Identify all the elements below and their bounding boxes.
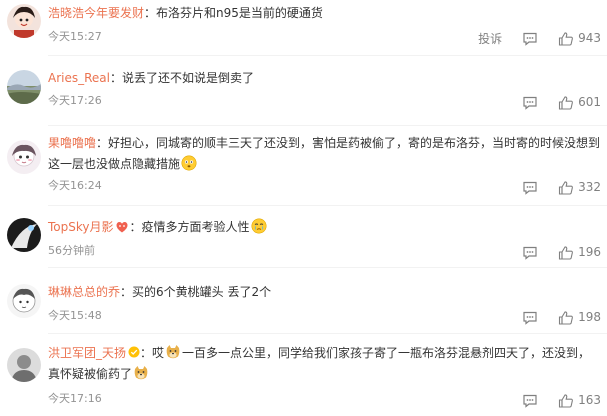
comment-item: 琳琳总总的乔：买的6个黄桃罐头 丢了2个 今天15:48 198	[0, 268, 607, 334]
comment-item: 果噜噜噜：好担心，同城寄的顺丰三天了还没到，害怕是药被偷了，寄的是布洛芬，当时寄…	[0, 126, 607, 206]
comment-time: 今天17:26	[48, 94, 102, 107]
thumbs-up-icon	[558, 95, 574, 110]
like-button[interactable]: 196	[558, 245, 601, 260]
comment-time: 今天15:27	[48, 30, 102, 43]
like-count: 163	[578, 393, 601, 407]
comment-actions: 投诉 943	[478, 29, 601, 47]
comment-text: 说丢了还不如说是倒卖了	[122, 71, 255, 85]
avatar[interactable]	[7, 140, 41, 174]
comment-actions: 332	[522, 178, 601, 196]
reply-icon[interactable]	[522, 180, 538, 195]
comment-actions: 601	[522, 93, 601, 111]
comment-actions: 198	[522, 308, 601, 326]
reply-icon[interactable]	[522, 310, 538, 325]
thumbs-up-icon	[558, 310, 574, 325]
thumbs-up-icon	[558, 393, 574, 408]
doge-emoji-icon	[133, 365, 149, 381]
reply-icon[interactable]	[522, 393, 538, 408]
comment-username[interactable]: Aries_Real	[48, 71, 110, 85]
comment-actions: 163	[522, 391, 601, 409]
comment-username[interactable]: 琳琳总总的乔	[48, 285, 120, 299]
comment-time: 56分钟前	[48, 244, 95, 257]
avatar[interactable]	[7, 348, 41, 382]
avatar[interactable]	[7, 218, 41, 252]
like-count: 196	[578, 245, 601, 259]
report-button[interactable]: 投诉	[478, 30, 502, 47]
flushed-emoji-icon	[181, 155, 197, 171]
member-badge-icon	[115, 220, 129, 234]
avatar[interactable]	[7, 70, 41, 104]
comment-text-line: 琳琳总总的乔：买的6个黄桃罐头 丢了2个	[48, 285, 272, 299]
comment-list: 浩晓浩今年要发财：布洛芬片和n95是当前的硬通货 今天15:27 投诉 943	[0, 0, 607, 416]
avatar[interactable]	[7, 4, 41, 38]
comment-text-line: Aries_Real：说丢了还不如说是倒卖了	[48, 71, 255, 85]
comment-text: 好担心，同城寄的顺丰三天了还没到，害怕是药被偷了，寄的是布洛芬，当时寄的时候没想…	[48, 136, 601, 171]
crying-emoji-icon	[251, 218, 267, 234]
like-button[interactable]: 163	[558, 393, 601, 408]
like-button[interactable]: 198	[558, 310, 601, 325]
comment-actions: 196	[522, 243, 601, 261]
comment-item: 浩晓浩今年要发财：布洛芬片和n95是当前的硬通货 今天15:27 投诉 943	[0, 0, 607, 56]
thumbs-up-icon	[558, 245, 574, 260]
doge-emoji-icon	[165, 344, 181, 360]
like-count: 198	[578, 310, 601, 324]
comment-time: 今天15:48	[48, 309, 102, 322]
avatar[interactable]	[7, 284, 41, 318]
comment-text-line: 浩晓浩今年要发财：布洛芬片和n95是当前的硬通货	[48, 6, 323, 20]
like-button[interactable]: 601	[558, 95, 601, 110]
comment-time: 今天16:24	[48, 179, 102, 192]
reply-icon[interactable]	[522, 245, 538, 260]
like-button[interactable]: 332	[558, 180, 601, 195]
comment-item: 洪卫军团_天扬 ：哎 一百多一点公里，同学给我们家孩子寄了一瓶布洛芬混悬剂四天了，还…	[0, 334, 607, 416]
like-count: 332	[578, 180, 601, 194]
comment-text: 疫情多方面考验人性	[141, 220, 250, 234]
comment-text-line: TopSky月影 ：疫情多方面考验人性	[48, 217, 601, 237]
comment-username[interactable]: 洪卫军团_天扬	[48, 346, 126, 360]
comment-item: TopSky月影 ：疫情多方面考验人性 56分钟前 196	[0, 206, 607, 268]
comment-time: 今天17:16	[48, 392, 102, 405]
thumbs-up-icon	[558, 31, 574, 46]
comment-username[interactable]: TopSky月影	[48, 220, 114, 234]
like-button[interactable]: 943	[558, 31, 601, 46]
comment-text-line: 果噜噜噜：好担心，同城寄的顺丰三天了还没到，害怕是药被偷了，寄的是布洛芬，当时寄…	[48, 136, 601, 171]
reply-icon[interactable]	[522, 95, 538, 110]
verified-badge-icon	[128, 344, 140, 358]
like-count: 601	[578, 95, 601, 109]
comment-text-line: 洪卫军团_天扬 ：哎 一百多一点公里，同学给我们家孩子寄了一瓶布洛芬混悬剂四天了，还…	[48, 344, 591, 381]
reply-icon[interactable]	[522, 31, 538, 46]
comment-text-part: 哎	[152, 346, 165, 360]
comment-item: Aries_Real：说丢了还不如说是倒卖了 今天17:26 601	[0, 56, 607, 126]
comment-username[interactable]: 果噜噜噜	[48, 136, 96, 150]
thumbs-up-icon	[558, 180, 574, 195]
comment-text: 布洛芬片和n95是当前的硬通货	[156, 6, 323, 20]
like-count: 943	[578, 31, 601, 45]
comment-text: 买的6个黄桃罐头 丢了2个	[132, 285, 272, 299]
comment-username[interactable]: 浩晓浩今年要发财	[48, 6, 144, 20]
